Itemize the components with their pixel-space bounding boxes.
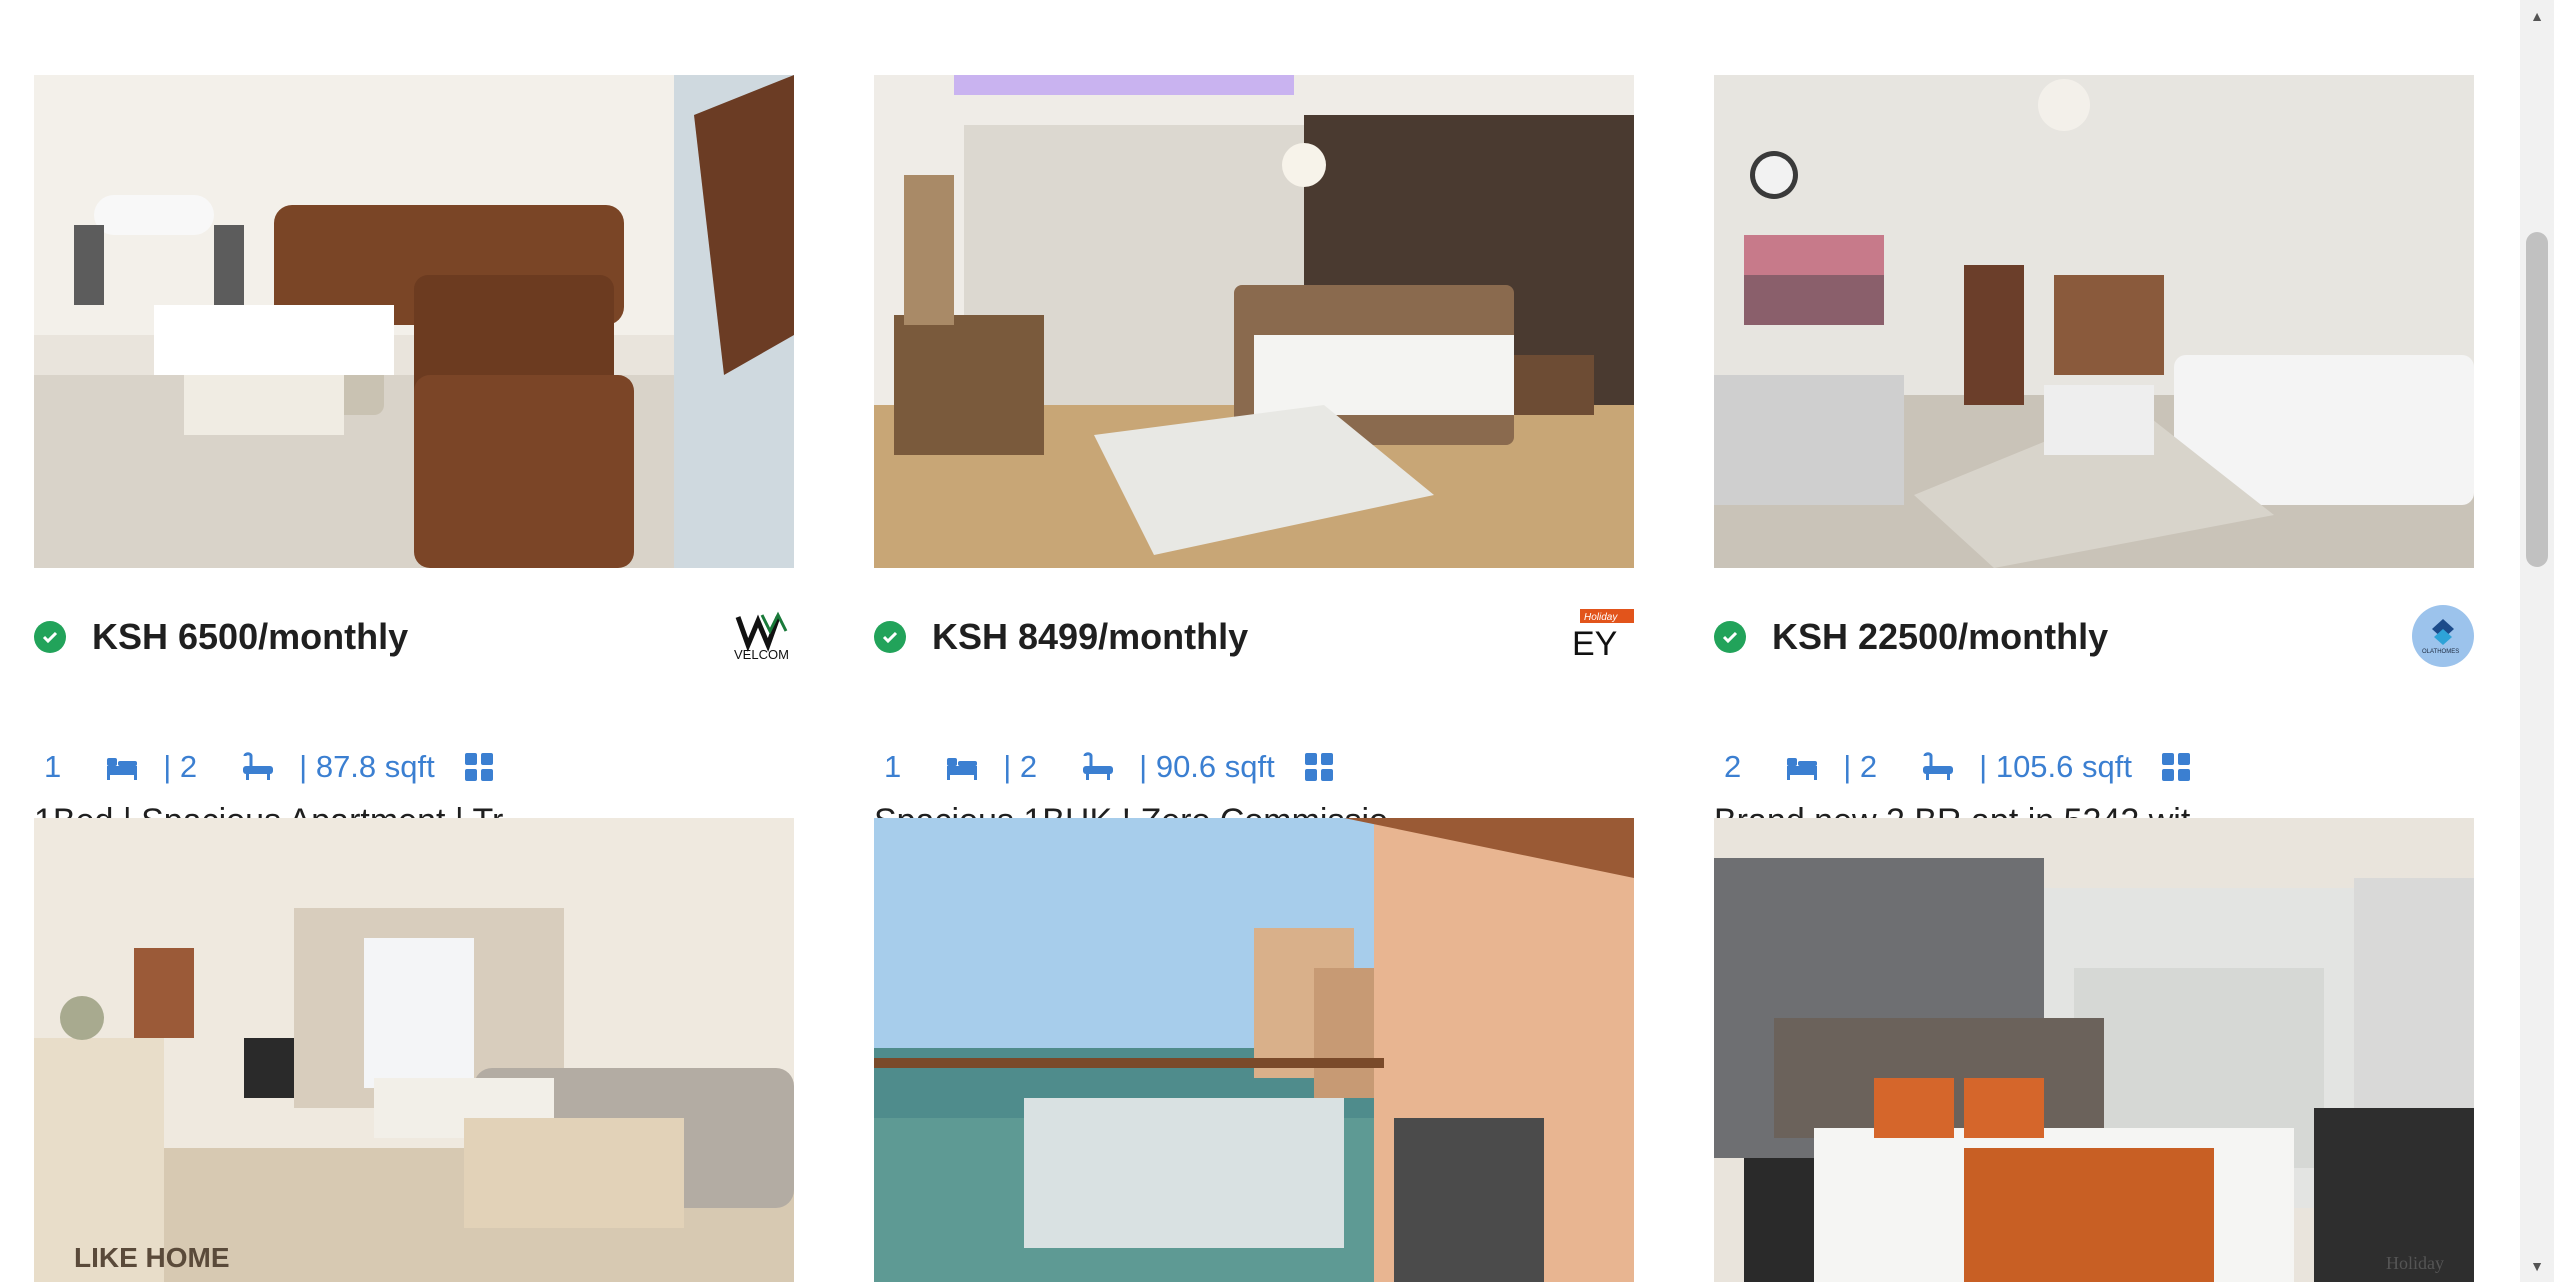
area-value: | 87.8 sqft — [299, 749, 435, 784]
listing-specs: 1 | 2 | 90.6 sqft — [874, 745, 1634, 789]
listing-card[interactable]: KSH 6500/monthly VELCOM 1 | 2 | 87.8 sqf… — [34, 75, 794, 840]
holiday-watermark: Holiday — [2386, 1253, 2444, 1273]
listing-specs: 1 | 2 | 87.8 sqft — [34, 745, 794, 789]
listing-photo[interactable] — [34, 75, 794, 568]
bed-icon — [1785, 752, 1819, 782]
scrollbar[interactable]: ▲ ▼ — [2520, 0, 2554, 1282]
svg-text:EY: EY — [1572, 625, 1617, 663]
like-home-watermark: LIKE HOME — [74, 1242, 230, 1273]
beds-count: 1 — [884, 749, 902, 784]
bath-icon — [241, 752, 275, 782]
svg-text:VELCOM: VELCOM — [734, 647, 789, 662]
svg-text:Holiday: Holiday — [1584, 612, 1618, 623]
grid-icon[interactable] — [463, 751, 495, 783]
grid-icon[interactable] — [1303, 751, 1335, 783]
svg-text:OLATHOMES: OLATHOMES — [2422, 649, 2459, 655]
baths-count: | 2 — [1003, 749, 1038, 784]
check-badge-icon — [1714, 621, 1746, 653]
bed-icon — [105, 752, 139, 782]
listing-photo[interactable] — [874, 75, 1634, 568]
listing-specs: 2 | 2 | 105.6 sqft — [1714, 745, 2474, 789]
area-value: | 105.6 sqft — [1979, 749, 2132, 784]
grid-icon[interactable] — [2160, 751, 2192, 783]
price-row: KSH 22500/monthly OLATHOMES — [1714, 605, 2474, 669]
check-badge-icon — [34, 621, 66, 653]
olathomes-logo[interactable]: OLATHOMES — [2412, 605, 2474, 667]
area-value: | 90.6 sqft — [1139, 749, 1275, 784]
scroll-up-icon[interactable]: ▲ — [2520, 0, 2554, 32]
listing-photo[interactable] — [1714, 75, 2474, 568]
price-row: KSH 6500/monthly VELCOM — [34, 605, 794, 669]
listing-photo[interactable] — [874, 818, 1634, 1282]
bath-icon — [1081, 752, 1115, 782]
beds-count: 2 — [1724, 749, 1742, 784]
listing-card[interactable]: Holiday — [1714, 818, 2474, 1282]
baths-count: | 2 — [1843, 749, 1878, 784]
listing-card[interactable]: KSH 8499/monthly Holiday EY 1 | 2 | 90.6 … — [874, 75, 1634, 840]
scrollbar-thumb[interactable] — [2526, 232, 2548, 567]
scroll-down-icon[interactable]: ▼ — [2520, 1250, 2554, 1282]
bath-icon — [1921, 752, 1955, 782]
check-badge-icon — [874, 621, 906, 653]
bed-icon — [945, 752, 979, 782]
listing-photo[interactable]: Holiday — [1714, 818, 2474, 1282]
baths-count: | 2 — [163, 749, 198, 784]
listing-price: KSH 22500/monthly — [1772, 616, 2109, 657]
welcome-logo[interactable]: VELCOM — [732, 605, 794, 667]
listing-card[interactable]: LIKE HOME — [34, 818, 794, 1282]
listing-price: KSH 8499/monthly — [932, 616, 1249, 657]
listing-card[interactable]: KSH 22500/monthly OLATHOMES 2 | 2 | 105.… — [1714, 75, 2474, 840]
listing-photo[interactable]: LIKE HOME — [34, 818, 794, 1282]
listing-card[interactable] — [874, 818, 1634, 1282]
key-holiday-logo[interactable]: Holiday EY — [1572, 605, 1634, 667]
beds-count: 1 — [44, 749, 62, 784]
price-row: KSH 8499/monthly Holiday EY — [874, 605, 1634, 669]
listing-price: KSH 6500/monthly — [92, 616, 409, 657]
